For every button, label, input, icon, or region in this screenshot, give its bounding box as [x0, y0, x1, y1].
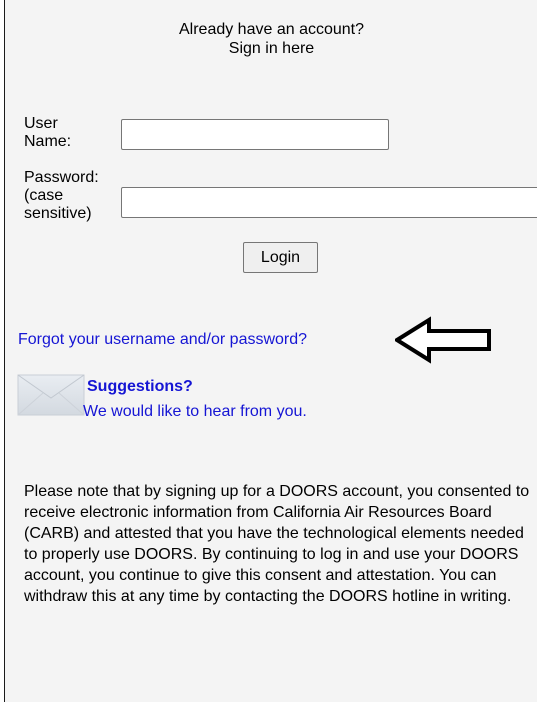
feedback-link[interactable]: We would like to hear from you.	[83, 402, 307, 421]
forgot-credentials-link[interactable]: Forgot your username and/or password?	[18, 330, 307, 349]
login-panel: Already have an account? Sign in here Us…	[4, 0, 537, 702]
arrow-left-icon	[395, 316, 491, 364]
username-label-line2: Name:	[24, 133, 72, 150]
consent-notice: Please note that by signing up for a DOO…	[24, 483, 530, 605]
suggestions-link[interactable]: Suggestions?	[87, 377, 193, 396]
username-label: User Name:	[24, 115, 124, 151]
password-label: Password: (case sensitive)	[24, 169, 124, 223]
username-label-line1: User	[24, 115, 58, 132]
sign-in-here-text: Sign in here	[228, 40, 315, 57]
login-button[interactable]: Login	[243, 242, 318, 273]
envelope-icon[interactable]	[17, 374, 85, 416]
password-input[interactable]	[121, 187, 537, 218]
password-label-line2: (case	[24, 187, 64, 204]
password-label-line1: Password:	[24, 169, 99, 186]
username-input[interactable]	[121, 119, 389, 150]
already-have-account-text: Already have an account?	[178, 21, 364, 38]
password-label-line3: sensitive)	[24, 205, 92, 222]
